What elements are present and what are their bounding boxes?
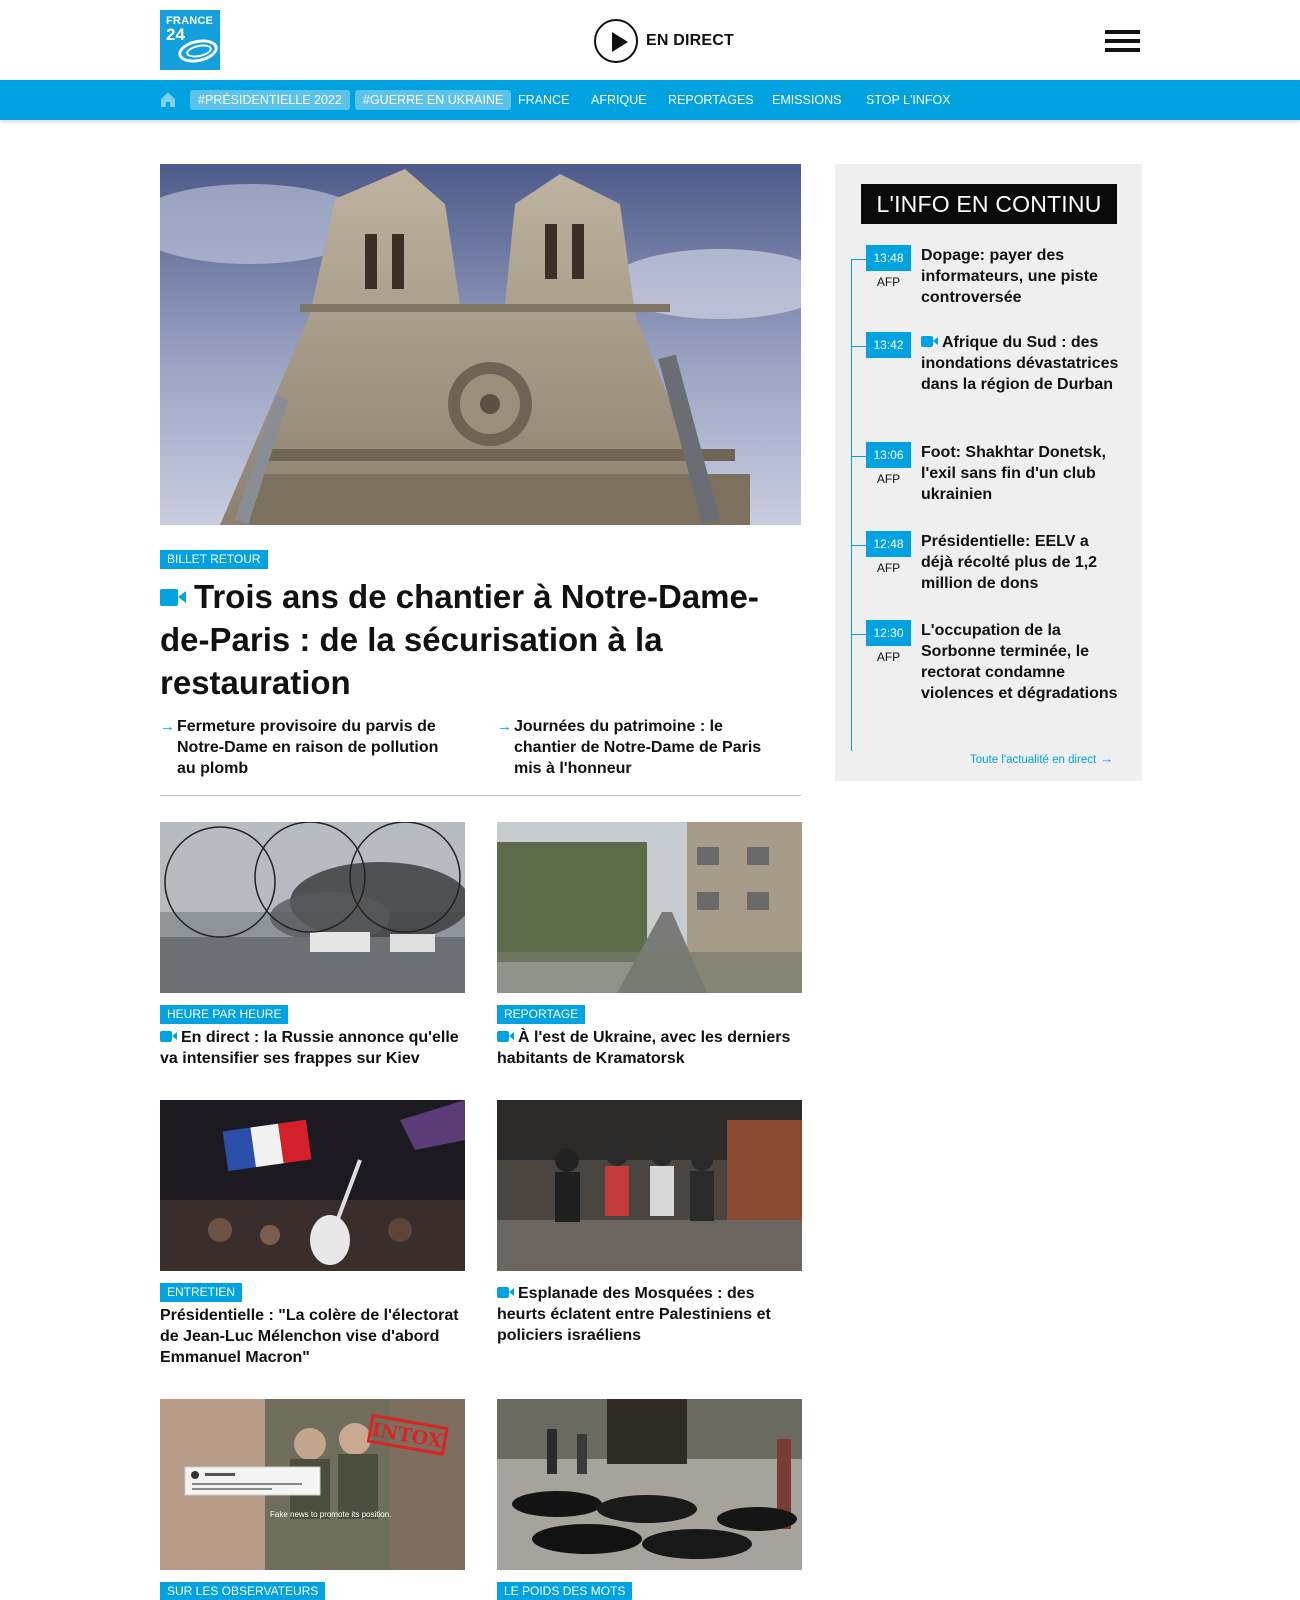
nav-item-reportages[interactable]: REPORTAGES (660, 90, 762, 110)
main-nav: #PRÉSIDENTIELLE 2022 #GUERRE EN UKRAINE … (0, 80, 1300, 120)
all-news-link[interactable]: Toute l'actualité en direct → (970, 751, 1113, 766)
video-camera-icon (497, 1287, 514, 1298)
card-image-intox[interactable]: INTOX Fake news to promote its position. (160, 1399, 465, 1570)
related-link-2[interactable]: → Journées du patrimoine : le chantier d… (497, 716, 782, 779)
nav-item-afrique[interactable]: AFRIQUE (583, 90, 655, 110)
card-4-title-text: Esplanade des Mosquées : des heurts écla… (497, 1285, 771, 1344)
card-image-mosque-clashes[interactable] (497, 1100, 802, 1271)
divider (160, 795, 801, 796)
live-news-sidebar: L'INFO EN CONTINU 13:48 AFP Dopage: paye… (835, 164, 1142, 781)
card-image-body-bags[interactable] (497, 1399, 802, 1570)
nav-item-emissions[interactable]: EMISSIONS (764, 90, 849, 110)
news-source: AFP (876, 561, 901, 575)
france24-logo[interactable]: FRANCE 24 (160, 10, 220, 70)
card-2-title[interactable]: À l'est de Ukraine, avec les derniers ha… (497, 1027, 802, 1069)
nav-item-france[interactable]: FRANCE (510, 90, 577, 110)
arrow-right-icon: → (1100, 751, 1114, 766)
video-camera-icon (160, 1031, 177, 1042)
news-source: AFP (876, 650, 901, 664)
logo-text-24: 24 (166, 25, 185, 44)
card-3-title[interactable]: Présidentielle : "La colère de l'élector… (160, 1305, 465, 1368)
play-circle-icon (594, 19, 638, 63)
card-image-kramatorsk-street[interactable] (497, 822, 802, 993)
card-4-title[interactable]: Esplanade des Mosquées : des heurts écla… (497, 1283, 802, 1346)
site-header: FRANCE 24 EN DIRECT (0, 0, 1300, 80)
hero-image-notre-dame[interactable] (160, 164, 801, 525)
video-camera-icon (497, 1031, 514, 1042)
card-1-title-text: En direct : la Russie annonce qu'elle va… (160, 1029, 459, 1067)
card-6-tag[interactable]: LE POIDS DES MOTS (497, 1582, 633, 1600)
card-2-tag[interactable]: REPORTAGE (497, 1005, 586, 1024)
arrow-right-icon: → (160, 718, 175, 735)
news-title: Afrique du Sud : des inondations dévasta… (921, 334, 1119, 393)
card-image-barbed-wire[interactable] (160, 822, 465, 993)
hero-tag[interactable]: BILLET RETOUR (160, 550, 268, 569)
hero-headline-text: Trois ans de chantier à Notre-Dame-de-Pa… (160, 578, 759, 701)
news-source: AFP (876, 472, 901, 486)
card-5-tag[interactable]: SUR LES OBSERVATEURS (160, 1582, 326, 1600)
video-camera-icon (160, 589, 186, 606)
arrow-right-icon: → (497, 718, 512, 735)
hero-headline[interactable]: Trois ans de chantier à Notre-Dame-de-Pa… (160, 575, 785, 704)
news-title: Foot: Shakhtar Donetsk, l'exil sans fin … (921, 444, 1106, 503)
news-source: AFP (876, 275, 901, 289)
sidebar-title: L'INFO EN CONTINU (861, 184, 1117, 224)
all-news-link-text: Toute l'actualité en direct (970, 754, 1097, 766)
related-link-1-text: Fermeture provisoire du parvis de Notre-… (177, 718, 439, 777)
related-link-1[interactable]: → Fermeture provisoire du parvis de Notr… (160, 716, 445, 779)
fake-news-caption: Fake news to promote its position. (270, 1510, 391, 1519)
news-title: Présidentielle: EELV a déjà récolté plus… (921, 533, 1098, 592)
home-icon[interactable] (160, 91, 176, 108)
news-time: 13:06 (866, 442, 911, 468)
nav-item-stop-infox[interactable]: STOP L'INFOX (858, 90, 959, 110)
card-image-rally-crowd[interactable] (160, 1100, 465, 1271)
related-link-2-text: Journées du patrimoine : le chantier de … (514, 718, 762, 777)
news-time: 13:48 (866, 245, 911, 271)
news-time: 13:42 (866, 332, 911, 358)
nav-item-presidentielle[interactable]: #PRÉSIDENTIELLE 2022 (190, 90, 350, 110)
news-title: Dopage: payer des informateurs, une pist… (921, 247, 1098, 306)
live-label: EN DIRECT (646, 32, 735, 49)
nav-item-guerre-ukraine[interactable]: #GUERRE EN UKRAINE (355, 90, 512, 110)
card-3-tag[interactable]: ENTRETIEN (160, 1283, 243, 1302)
card-2-title-text: À l'est de Ukraine, avec les derniers ha… (497, 1029, 791, 1067)
card-1-tag[interactable]: HEURE PAR HEURE (160, 1005, 289, 1024)
card-1-title[interactable]: En direct : la Russie annonce qu'elle va… (160, 1027, 465, 1069)
news-time: 12:30 (866, 620, 911, 646)
news-time: 12:48 (866, 531, 911, 557)
card-3-title-text: Présidentielle : "La colère de l'élector… (160, 1307, 459, 1366)
live-button[interactable]: EN DIRECT (594, 19, 734, 63)
video-camera-icon (921, 336, 938, 347)
news-title: L'occupation de la Sorbonne terminée, le… (921, 622, 1118, 702)
timeline-line (851, 259, 852, 751)
hamburger-menu-icon[interactable] (1105, 30, 1140, 54)
